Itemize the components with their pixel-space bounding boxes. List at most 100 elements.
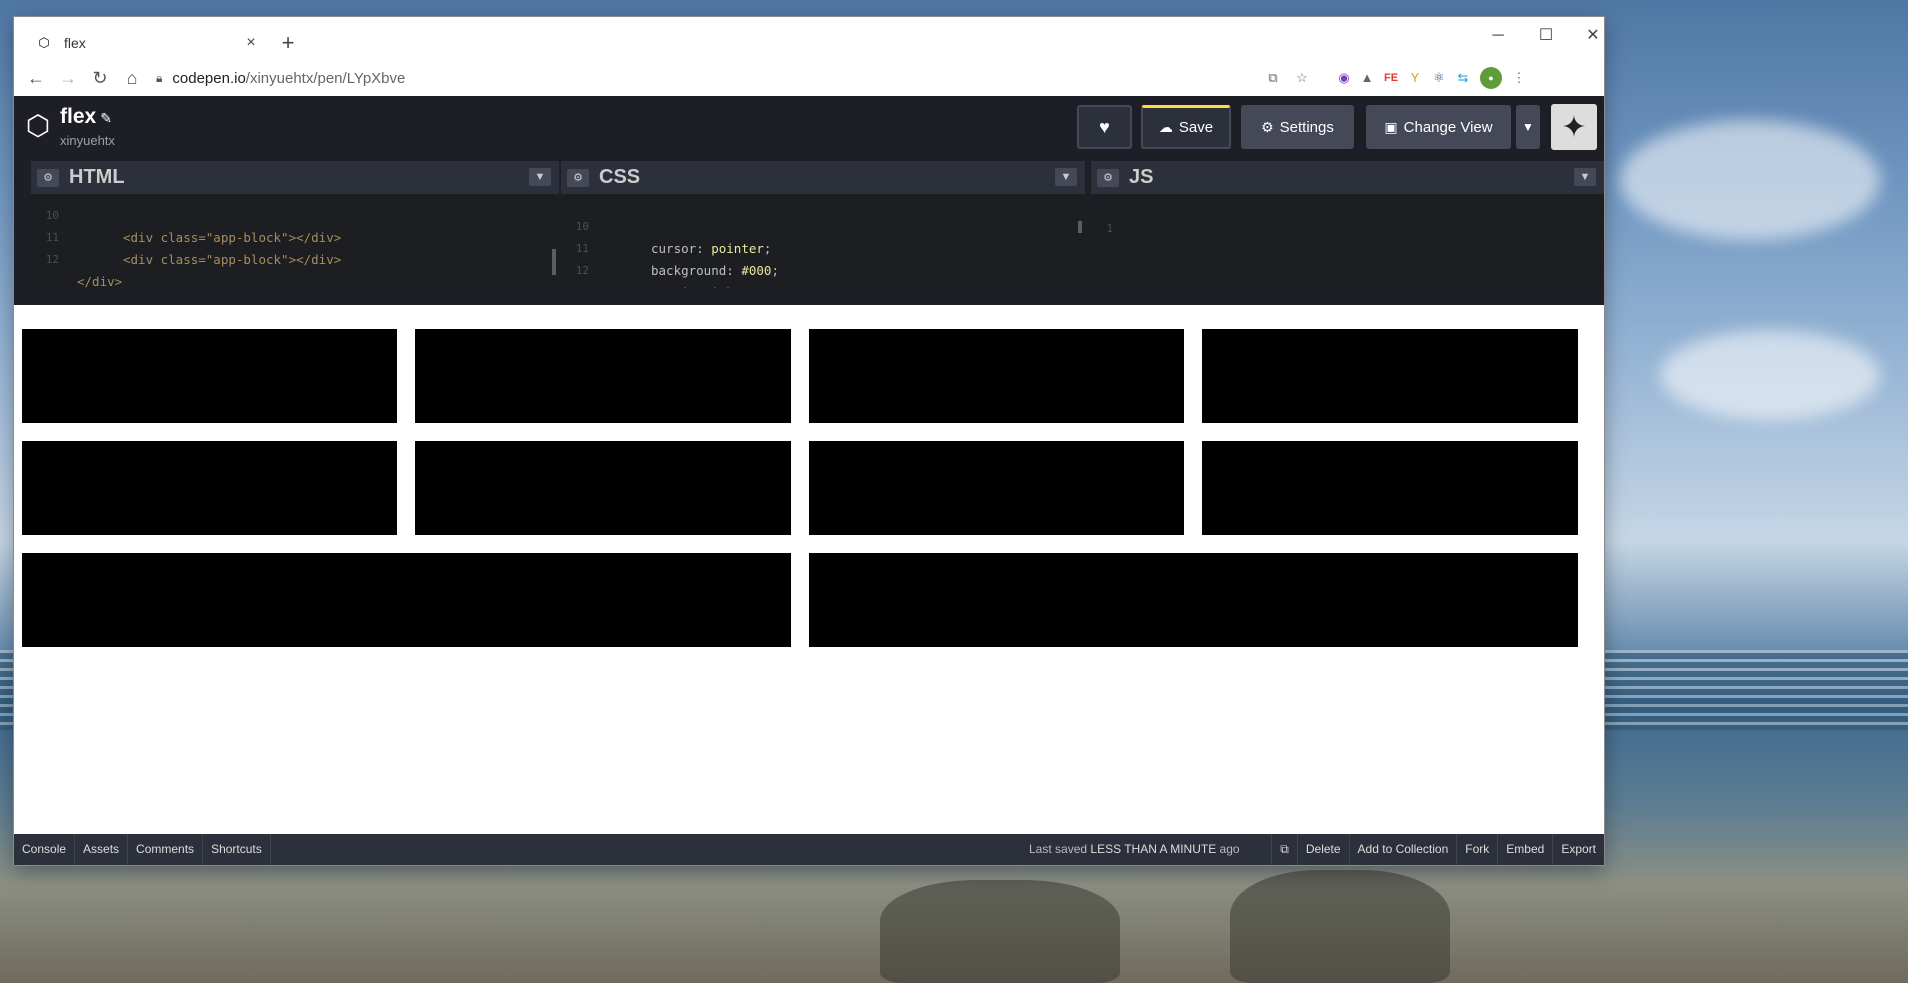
url-field[interactable]: 🔒︎ codepen.io/xinyuehtx/pen/LYpXbve	[156, 70, 405, 87]
code-text: <div class="app-block"></div>	[123, 230, 342, 245]
app-block[interactable]	[1202, 441, 1578, 535]
app-block[interactable]	[415, 441, 791, 535]
settings-label: Settings	[1279, 118, 1334, 136]
close-window-button[interactable]: ✕	[1570, 23, 1604, 49]
view-icon: ▣	[1384, 118, 1398, 135]
export-button[interactable]: Export	[1552, 834, 1604, 865]
css-property: margin-right	[651, 285, 741, 288]
gear-icon: ⚙	[1261, 118, 1274, 135]
html-collapse-icon[interactable]: ▼	[529, 168, 551, 186]
ext-purple-icon[interactable]: ◉	[1333, 67, 1355, 89]
react-icon[interactable]: ⚛	[1428, 67, 1450, 89]
pencil-icon[interactable]: ✎	[100, 110, 112, 126]
settings-button[interactable]: ⚙ Settings	[1241, 105, 1354, 149]
js-editor-title: JS	[1129, 166, 1154, 188]
html-scrollbar[interactable]	[552, 249, 556, 275]
codepen-header: ⬡ flex ✎ xinyuehtx ♥ ☁ Save ⚙ Settings ▣ Cha…	[14, 96, 1604, 161]
wallpaper-rock	[880, 880, 1120, 983]
assets-button[interactable]: Assets	[75, 834, 129, 865]
code-text: </div>	[77, 274, 123, 288]
heart-button[interactable]: ♥	[1077, 105, 1132, 149]
console-button[interactable]: Console	[14, 834, 76, 865]
pen-title-text: flex	[60, 105, 97, 128]
maximize-button[interactable]: ☐	[1523, 23, 1569, 49]
line-number: 12	[45, 253, 59, 266]
app-block[interactable]	[809, 329, 1184, 423]
drive-icon[interactable]: ▲	[1356, 67, 1378, 89]
css-value: #000	[741, 263, 772, 278]
js-editor-header: ⚙ JS ▼	[1091, 161, 1604, 194]
browser-window: ⬡ flex × + ─ ☐ ✕ ← → ↻ ⌂ 🔒︎ codepen.io/x…	[14, 17, 1604, 865]
preview-pane[interactable]	[14, 305, 1604, 851]
code-line: 11 background: #000;	[561, 216, 779, 278]
js-collapse-icon[interactable]: ▼	[1574, 168, 1596, 186]
css-editor: ⚙ CSS ▼ 10 cursor: pointer; 11 backgroun…	[561, 161, 1085, 288]
app-block[interactable]	[1202, 329, 1578, 423]
star-icon[interactable]: ☆	[1291, 67, 1313, 89]
chevron-down-icon: ▼	[1522, 120, 1534, 134]
close-tab-icon[interactable]: ×	[241, 34, 261, 52]
app-block[interactable]	[809, 553, 1578, 647]
code-line: 12 </div>	[31, 227, 122, 288]
home-icon[interactable]: ⌂	[116, 68, 148, 89]
js-settings-icon[interactable]: ⚙	[1097, 168, 1119, 187]
saved-time: LESS THAN A MINUTE	[1090, 842, 1217, 856]
css-settings-icon[interactable]: ⚙	[567, 168, 589, 187]
wallpaper-cloud	[1620, 120, 1880, 240]
yoga-icon[interactable]: Y	[1404, 67, 1426, 89]
fe-icon[interactable]: FE	[1380, 67, 1402, 89]
wallpaper-rock	[1230, 870, 1450, 983]
app-block[interactable]	[22, 441, 397, 535]
user-avatar[interactable]: ✦	[1551, 104, 1597, 150]
codepen-logo-icon[interactable]: ⬡	[21, 109, 55, 143]
forward-icon[interactable]: →	[52, 68, 84, 89]
shortcuts-button[interactable]: Shortcuts	[203, 834, 271, 865]
save-button[interactable]: ☁ Save	[1141, 105, 1231, 149]
saved-suffix: ago	[1219, 842, 1240, 856]
browser-tab[interactable]: ⬡ flex ×	[24, 26, 269, 60]
sync-icon[interactable]: ⇆	[1452, 67, 1474, 89]
pen-title[interactable]: flex ✎	[60, 105, 112, 129]
html-code[interactable]: 10 <div class="app-block"></div> 11 <div…	[31, 194, 559, 288]
css-scrollbar[interactable]	[1078, 221, 1082, 233]
css-property: background	[651, 263, 727, 278]
open-external-icon[interactable]: ⧉	[1271, 834, 1297, 865]
menu-icon[interactable]: ⋮	[1508, 67, 1530, 89]
editor-area: ⚙ HTML ▼ 10 <div class="app-block"></div…	[14, 161, 1604, 305]
css-collapse-icon[interactable]: ▼	[1055, 168, 1077, 186]
embed-button[interactable]: Embed	[1497, 834, 1552, 865]
app-block[interactable]	[22, 329, 397, 423]
back-icon[interactable]: ←	[20, 68, 52, 89]
wallpaper-cloud	[1660, 330, 1880, 420]
new-tab-button[interactable]: +	[276, 31, 300, 55]
avatar-image-icon: ✦	[1561, 110, 1587, 144]
last-saved-status: Last saved LESS THAN A MINUTE ago	[1029, 834, 1240, 865]
change-view-label: Change View	[1403, 118, 1493, 136]
cloud-icon: ☁	[1158, 119, 1173, 135]
fork-button[interactable]: Fork	[1456, 834, 1497, 865]
code-line: 13 margin-top: 18px;	[561, 260, 636, 288]
code-text: <div class="app-block"></div>	[123, 252, 342, 267]
minimize-button[interactable]: ─	[1475, 23, 1521, 49]
change-view-button[interactable]: ▣ Change View	[1366, 105, 1511, 149]
app-block[interactable]	[22, 553, 791, 647]
app-block[interactable]	[415, 329, 791, 423]
reload-icon[interactable]: ↻	[84, 68, 116, 89]
pen-author[interactable]: xinyuehtx	[60, 133, 115, 148]
delete-button[interactable]: Delete	[1296, 834, 1349, 865]
css-code[interactable]: 10 cursor: pointer; 11 background: #000;…	[561, 194, 1085, 288]
css-editor-title: CSS	[599, 166, 641, 188]
translate-icon[interactable]: ⧉	[1262, 67, 1284, 89]
codepen-footer: Console Assets Comments Shortcuts Last s…	[14, 834, 1604, 865]
js-code[interactable]: 1	[1091, 194, 1604, 288]
app-block[interactable]	[809, 441, 1184, 535]
saved-prefix: Last saved	[1029, 842, 1088, 856]
change-view-dropdown[interactable]: ▼	[1516, 105, 1540, 149]
avatar-icon[interactable]: ●	[1480, 67, 1502, 89]
tab-title: flex	[64, 35, 86, 51]
html-settings-icon[interactable]: ⚙	[37, 168, 59, 187]
add-to-collection-button[interactable]: Add to Collection	[1348, 834, 1457, 865]
comments-button[interactable]: Comments	[128, 834, 204, 865]
css-property: cursor	[651, 241, 697, 256]
code-line: 1	[1091, 196, 1166, 235]
